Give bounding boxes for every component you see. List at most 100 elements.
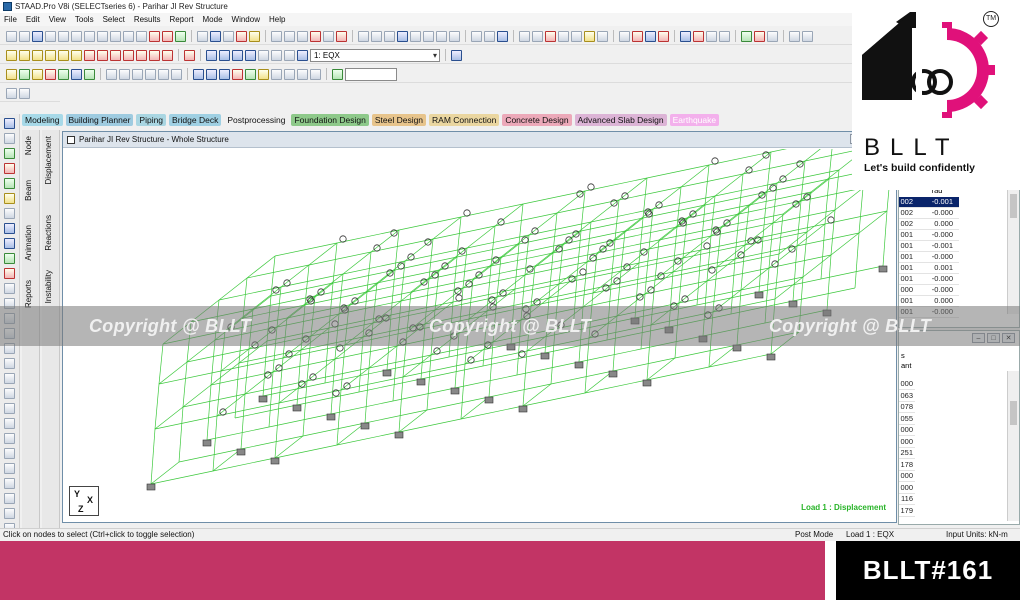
toolbar-button[interactable] — [136, 30, 147, 42]
table-row[interactable]: 002 -0.001 — [899, 197, 959, 208]
left-tool-button[interactable] — [4, 493, 15, 504]
toolbar-button[interactable] — [297, 30, 308, 42]
scale-input[interactable] — [345, 67, 397, 81]
left-tool-button[interactable] — [4, 508, 15, 519]
tab-modeling[interactable]: Modeling — [22, 114, 63, 126]
toolbar-button[interactable] — [149, 30, 160, 42]
toolbar-button[interactable] — [584, 30, 595, 42]
toolbar-button[interactable] — [767, 30, 778, 42]
toolbar-button[interactable] — [206, 49, 217, 61]
menu-results[interactable]: Results — [134, 15, 161, 24]
toolbar-button[interactable] — [245, 49, 256, 61]
toolbar-button[interactable] — [19, 30, 30, 42]
table-row[interactable]: 000 — [899, 471, 915, 482]
toolbar-button[interactable] — [193, 68, 204, 80]
tab-building-planner[interactable]: Building Planner — [65, 114, 134, 126]
toolbar-button[interactable] — [310, 68, 321, 80]
menu-file[interactable]: File — [4, 15, 17, 24]
toolbar-button[interactable] — [284, 49, 295, 61]
table-row[interactable]: 001 -0.000 — [899, 252, 959, 263]
vtab-displacement[interactable]: Displacement — [44, 136, 58, 184]
toolbar-button[interactable] — [632, 30, 643, 42]
left-tool-button[interactable] — [4, 478, 15, 489]
toolbar-button[interactable] — [145, 68, 156, 80]
toolbar-button[interactable] — [271, 68, 282, 80]
toolbar-button[interactable] — [645, 30, 656, 42]
toolbar-button[interactable] — [97, 49, 108, 61]
left-tool-button[interactable] — [4, 253, 15, 264]
toolbar-button[interactable] — [97, 30, 108, 42]
toolbar-button[interactable] — [423, 30, 434, 42]
toolbar-button[interactable] — [210, 30, 221, 42]
tab-postprocessing[interactable]: Postprocessing — [224, 114, 289, 126]
left-tool-button[interactable] — [4, 373, 15, 384]
toolbar-button[interactable] — [449, 30, 460, 42]
toolbar-button[interactable] — [45, 49, 56, 61]
toolbar-button[interactable] — [45, 30, 56, 42]
table-row[interactable]: 001 -0.000 — [899, 274, 959, 285]
vtab-instability[interactable]: Instability — [44, 270, 58, 303]
toolbar-button[interactable] — [58, 49, 69, 61]
toolbar-button[interactable] — [545, 30, 556, 42]
left-tool-button[interactable] — [4, 148, 15, 159]
toolbar-button[interactable] — [332, 68, 343, 80]
toolbar-button[interactable] — [232, 49, 243, 61]
vtab-reports[interactable]: Reports — [24, 280, 38, 308]
toolbar-button[interactable] — [451, 49, 462, 61]
left-tool-button[interactable] — [4, 433, 15, 444]
table-row[interactable]: 063 — [899, 391, 915, 402]
load-case-combo[interactable]: 1: EQX — [310, 48, 440, 62]
left-tool-button[interactable] — [4, 268, 15, 279]
left-tool-button[interactable] — [4, 418, 15, 429]
toolbar-button[interactable] — [71, 49, 82, 61]
table-row[interactable]: 000 -0.000 — [899, 285, 959, 296]
left-tool-button[interactable] — [4, 388, 15, 399]
toolbar-button[interactable] — [219, 68, 230, 80]
toolbar-button[interactable] — [71, 68, 82, 80]
toolbar-button[interactable] — [271, 49, 282, 61]
table2-scroll-thumb[interactable] — [1010, 401, 1017, 425]
table1-scroll-thumb[interactable] — [1010, 194, 1017, 218]
toolbar-button[interactable] — [123, 49, 134, 61]
tab-ram-connection[interactable]: RAM Connection — [429, 114, 500, 126]
toolbar-button[interactable] — [719, 30, 730, 42]
toolbar-button[interactable] — [284, 30, 295, 42]
toolbar-button[interactable] — [619, 30, 630, 42]
toolbar-button[interactable] — [149, 49, 160, 61]
tab-piping[interactable]: Piping — [136, 114, 167, 126]
toolbar-button[interactable] — [484, 30, 495, 42]
toolbar-button[interactable] — [132, 68, 143, 80]
toolbar-button[interactable] — [680, 30, 691, 42]
left-tool-button[interactable] — [4, 463, 15, 474]
toolbar-button[interactable] — [436, 30, 447, 42]
table-row[interactable]: 000 — [899, 437, 915, 448]
table-row[interactable]: 055 — [899, 414, 915, 425]
left-tool-button[interactable] — [4, 403, 15, 414]
toolbar-button[interactable] — [32, 68, 43, 80]
left-tool-button[interactable] — [4, 208, 15, 219]
table2-scrollbar[interactable] — [1007, 371, 1019, 521]
toolbar-button[interactable] — [19, 49, 30, 61]
toolbar-button[interactable] — [754, 30, 765, 42]
toolbar-button[interactable] — [323, 30, 334, 42]
menu-mode[interactable]: Mode — [203, 15, 223, 24]
toolbar-button[interactable] — [106, 68, 117, 80]
toolbar-button[interactable] — [693, 30, 704, 42]
menu-report[interactable]: Report — [170, 15, 194, 24]
menu-help[interactable]: Help — [269, 15, 285, 24]
toolbar-button[interactable] — [206, 68, 217, 80]
menu-edit[interactable]: Edit — [26, 15, 40, 24]
left-tool-button[interactable] — [4, 283, 15, 294]
toolbar-button[interactable] — [110, 49, 121, 61]
table-row[interactable]: 078 — [899, 402, 915, 413]
tab-advanced-slab-design[interactable]: Advanced Slab Design — [574, 114, 667, 126]
vtab-animation[interactable]: Animation — [24, 225, 38, 261]
toolbar-button[interactable] — [232, 68, 243, 80]
menu-tools[interactable]: Tools — [75, 15, 94, 24]
toolbar-button[interactable] — [19, 87, 30, 99]
table-row[interactable]: 001 -0.000 — [899, 230, 959, 241]
tab-bridge-deck[interactable]: Bridge Deck — [169, 114, 222, 126]
table-row[interactable]: 001 0.001 — [899, 263, 959, 274]
toolbar-button[interactable] — [162, 49, 173, 61]
toolbar-button[interactable] — [6, 49, 17, 61]
